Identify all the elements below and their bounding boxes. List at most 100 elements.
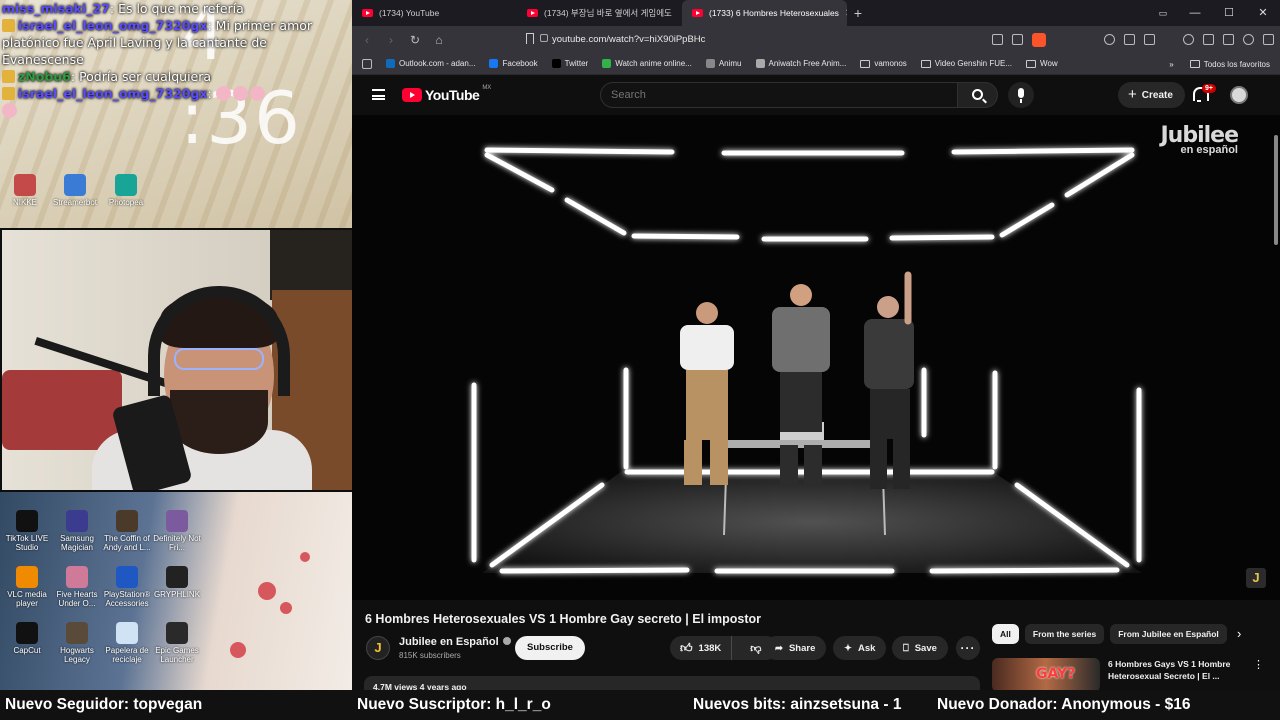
tab-title: (1734) YouTube <box>379 8 440 18</box>
more-bookmarks-icon[interactable]: » <box>1169 60 1173 69</box>
ticker-subscriber: Nuevo Suscriptor: h_l_r_o <box>357 696 551 713</box>
desktop-icon-label: PlayStation® Accessories <box>103 590 151 608</box>
gryphlink-icon <box>166 566 188 588</box>
desktop-icon-label: Five Hearts Under O... <box>56 590 98 608</box>
desktop-icon[interactable]: GRYPHLINK <box>152 566 202 599</box>
reload-icon[interactable]: ↻ <box>408 33 422 47</box>
chip-all[interactable]: All <box>992 624 1019 644</box>
desktop-icon-nikke[interactable]: NIKKE <box>0 174 50 207</box>
bookmark-item[interactable]: Video Genshin FUE... <box>920 59 1012 68</box>
recommended-video[interactable]: GAY? 6 Hombres Gays VS 1 Hombre Heterose… <box>992 656 1272 690</box>
desktop-icon[interactable]: Definitely Not Fri... <box>152 510 202 552</box>
page-scrollbar[interactable] <box>1272 115 1280 690</box>
desktop-icon-streamerbot[interactable]: Streamerbot <box>50 174 100 207</box>
bookmark-item[interactable]: Aniwatch Free Anim... <box>755 59 846 68</box>
site-info-icon[interactable] <box>540 34 548 42</box>
save-button[interactable]: ⎕ Save <box>892 636 948 660</box>
hamburger-menu-icon[interactable] <box>372 89 385 100</box>
vpn-shield-icon[interactable] <box>1243 34 1254 45</box>
puzzle-icon[interactable] <box>1124 34 1135 45</box>
desktop-icon[interactable]: The Coffin of Andy and L... <box>102 510 152 552</box>
ask-button[interactable]: ✦ Ask <box>833 636 887 660</box>
tab-korean-video[interactable]: (1734) 부장님 바로 옆에서 게임에도 <box>517 0 682 26</box>
sidebar-icon[interactable] <box>1203 34 1214 45</box>
chip-from-series[interactable]: From the series <box>1024 624 1105 644</box>
account-avatar[interactable] <box>1230 86 1248 104</box>
close-window-button[interactable]: ✕ <box>1246 0 1280 26</box>
desktop-icon[interactable]: PlayStation® Accessories <box>102 566 152 608</box>
back-icon[interactable]: ‹ <box>360 33 374 47</box>
bookmark-icon[interactable] <box>526 33 534 44</box>
apps-grid-icon[interactable] <box>362 58 372 69</box>
chevron-right-icon[interactable]: › <box>1237 626 1241 641</box>
share-button[interactable]: ➦ Share <box>764 636 827 660</box>
desktop-icon[interactable]: VLC media player <box>2 566 52 608</box>
vlc-icon <box>16 566 38 588</box>
vpn-icon[interactable]: ▭ <box>1148 0 1178 26</box>
screen-icon[interactable] <box>992 34 1003 45</box>
tab-youtube-home[interactable]: (1734) YouTube <box>352 0 517 26</box>
brave-shield-icon[interactable] <box>1032 32 1046 47</box>
search-button[interactable] <box>958 82 998 108</box>
desktop-icon[interactable]: Hogwarts Legacy <box>52 622 102 664</box>
tab-current-video[interactable]: (1733) 6 Hombres Heterosexuales ✕ <box>682 0 847 26</box>
all-bookmarks-label: Todos los favoritos <box>1203 59 1270 69</box>
chip-from-channel[interactable]: From Jubilee en Español <box>1110 624 1227 644</box>
browser-toolbar <box>992 26 1274 53</box>
kebab-menu-icon[interactable]: ⋮ <box>1253 658 1264 671</box>
bookmark-item[interactable]: Animu <box>705 59 742 68</box>
voice-search-icon[interactable] <box>1008 82 1034 108</box>
recommended-title[interactable]: 6 Hombres Gays VS 1 Hombre Heterosexual … <box>1108 658 1253 682</box>
site-favicon-icon <box>489 59 499 68</box>
streamer-beard <box>170 390 268 454</box>
bookmark-item[interactable]: Facebook <box>489 59 538 68</box>
youtube-logo[interactable]: YouTube MX <box>402 85 491 103</box>
wallpaper-flower <box>280 602 292 614</box>
playstation-icon <box>116 566 138 588</box>
channel-name[interactable]: Jubilee en Español <box>399 636 511 648</box>
bookmark-item[interactable]: vamonos <box>860 59 907 68</box>
stream-ticker: Nuevo Seguidor: topvegan Nuevo Suscripto… <box>0 690 1280 720</box>
recommendation-chips: All From the series From Jubilee en Espa… <box>992 624 1227 644</box>
maximize-button[interactable]: ☐ <box>1212 0 1246 26</box>
forward-icon[interactable]: › <box>384 33 398 47</box>
menu-icon[interactable] <box>1263 34 1274 45</box>
desktop-icon[interactable]: Papelera de reciclaje <box>102 622 152 664</box>
url-field[interactable]: youtube.com/watch?v=hiX90iPpBHc <box>552 34 705 45</box>
new-tab-button[interactable]: + <box>847 5 869 21</box>
create-button[interactable]: + Create <box>1118 82 1185 108</box>
desktop-icon-photopea[interactable]: Photopea <box>101 174 151 207</box>
extension-icon[interactable] <box>1104 34 1115 45</box>
chat-username: israel_el_leon_omg_7320gx <box>18 86 208 101</box>
bookmark-item[interactable]: Outlook.com - adan... <box>386 59 475 68</box>
desktop-icon[interactable]: Samsung Magician <box>52 510 102 552</box>
channel-branding-icon[interactable]: J <box>1246 568 1266 588</box>
desktop-icon[interactable]: TikTok LIVE Studio <box>2 510 52 552</box>
wallet-icon[interactable] <box>1144 34 1155 45</box>
subscribe-button[interactable]: Subscribe <box>515 636 585 660</box>
scrollbar-thumb[interactable] <box>1274 135 1278 245</box>
bookmark-item[interactable]: Twitter <box>551 59 588 68</box>
bookmark-item[interactable]: Watch anime online... <box>602 59 692 68</box>
search-input[interactable] <box>611 89 941 101</box>
share-page-icon[interactable] <box>1012 34 1023 45</box>
youtube-favicon-icon <box>362 9 373 17</box>
all-bookmarks-button[interactable]: Todos los favoritos <box>1189 59 1270 69</box>
pen-icon[interactable] <box>1223 34 1234 45</box>
like-button[interactable]: 👍︎ 138K <box>670 636 733 660</box>
description-box[interactable]: 4.7M views 4 years ago <box>364 676 980 690</box>
channel-avatar[interactable]: J <box>366 636 390 660</box>
window-controls: ▭ — ☐ ✕ <box>1148 0 1280 26</box>
minimize-button[interactable]: — <box>1178 0 1212 26</box>
video-player[interactable]: Jubilee en español J <box>352 115 1280 600</box>
bookmark-item[interactable]: Wow <box>1026 59 1058 68</box>
home-icon[interactable]: ⌂ <box>432 33 446 47</box>
recommended-thumbnail[interactable]: GAY? <box>992 658 1100 690</box>
more-actions-button[interactable]: ··· <box>956 636 980 660</box>
thumbnail-text: GAY? <box>1036 666 1076 682</box>
folder-icon <box>1026 59 1037 68</box>
desktop-icon[interactable]: Epic Games Launcher <box>152 622 202 664</box>
desktop-icon[interactable]: CapCut <box>2 622 52 655</box>
music-icon[interactable] <box>1183 34 1194 45</box>
desktop-icon[interactable]: Five Hearts Under O... <box>52 566 102 608</box>
